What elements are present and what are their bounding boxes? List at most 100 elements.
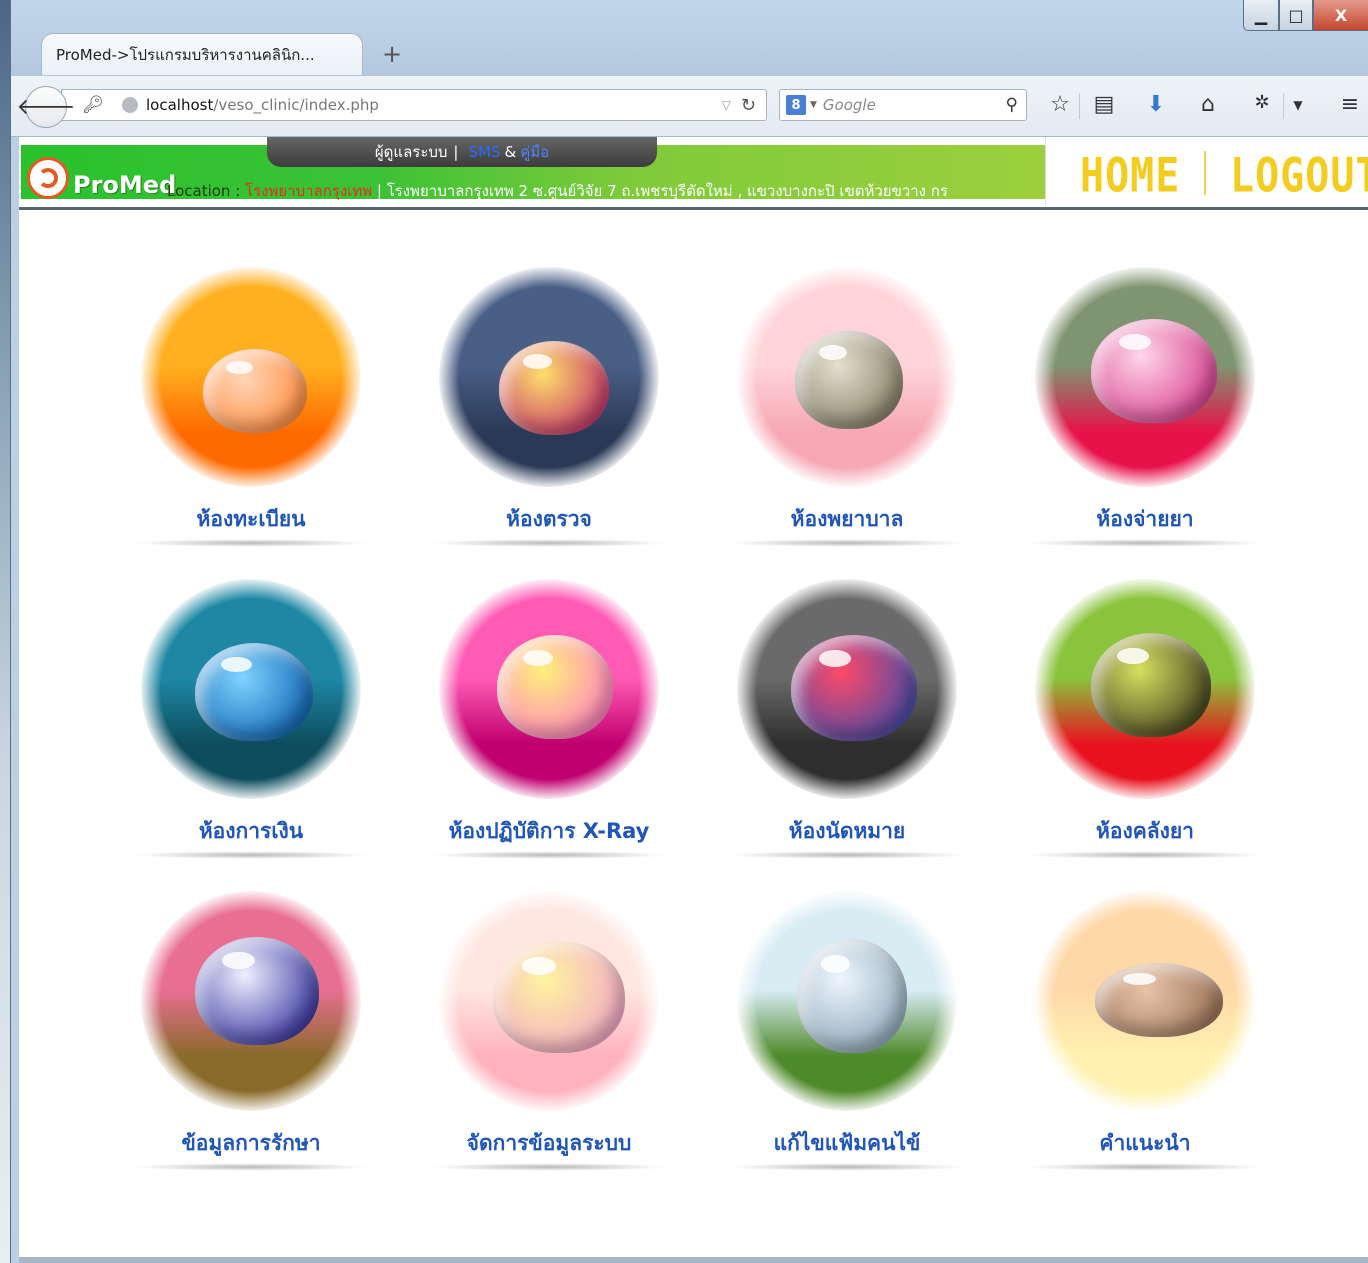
user-panel: ผู้ดูแลระบบ | SMS & คู่มือ — [267, 137, 657, 167]
admin-label: ผู้ดูแลระบบ — [374, 143, 448, 161]
cream-droplet-icon[interactable] — [1035, 891, 1255, 1111]
orange-droplet-icon[interactable] — [141, 267, 361, 487]
maximize-button[interactable]: □ — [1279, 0, 1313, 31]
menu-tile[interactable]: ข้อมูลการรักษา — [121, 891, 381, 1181]
search-bar[interactable]: 8 ▼ Google ⚲ — [779, 89, 1027, 121]
menu-label[interactable]: ห้องพยาบาล — [717, 503, 977, 536]
address-bar[interactable]: 🔑︎ localhost/veso_clinic/index.php ▽ ↻ — [61, 89, 767, 121]
droplet-icon — [1095, 963, 1223, 1037]
location-label: Location : — [167, 182, 241, 200]
menu-label[interactable]: ห้องตรวจ — [419, 503, 679, 536]
magenta-droplet-icon[interactable] — [439, 579, 659, 799]
addon-bug-icon[interactable]: ✲ — [1247, 92, 1277, 113]
menu-underline-shadow — [727, 539, 967, 547]
blue-droplet-icon[interactable] — [141, 579, 361, 799]
menu-hamburger-icon[interactable]: ≡ — [1335, 92, 1365, 117]
droplet-icon — [499, 341, 609, 435]
back-arrow-icon: 🡐 — [16, 95, 76, 120]
menu-underline-shadow — [131, 851, 371, 859]
spider-droplet-icon[interactable] — [141, 891, 361, 1111]
new-tab-button[interactable]: + — [379, 40, 405, 68]
droplet-icon — [493, 941, 625, 1053]
search-icon[interactable]: ⚲ — [1006, 95, 1018, 115]
google-search-engine-icon[interactable]: 8 — [786, 95, 806, 115]
droplet-icon — [203, 349, 307, 433]
menu-tile[interactable]: จัดการข้อมูลระบบ — [419, 891, 679, 1181]
search-placeholder: Google — [822, 96, 876, 114]
amp: & — [504, 143, 517, 161]
title-bar: ProMed->โปรแกรมบริหารงานคลินิก... + ▁ □ … — [11, 0, 1368, 76]
page-viewport: ProMed Location : โรงพยาบาลกรุงเทพ | โรง… — [19, 137, 1368, 1257]
logout-link[interactable]: LOGOUT — [1230, 149, 1368, 203]
menu-label[interactable]: ห้องคลังยา — [1015, 815, 1275, 848]
menu-label[interactable]: จัดการข้อมูลระบบ — [419, 1127, 679, 1160]
droplet-icon — [195, 643, 313, 741]
reload-icon[interactable]: ↻ — [741, 95, 756, 116]
droplet-icon — [795, 331, 903, 429]
dark-droplet-icon[interactable] — [737, 579, 957, 799]
search-engine-dropdown-icon[interactable]: ▼ — [810, 100, 817, 110]
menu-label[interactable]: ห้องจ่ายยา — [1015, 503, 1275, 536]
toolbar-separator — [1079, 93, 1080, 119]
logo-text: ProMed — [73, 171, 177, 199]
url-text[interactable]: localhost/veso_clinic/index.php — [146, 96, 722, 114]
bookmarks-menu-icon[interactable]: ▤ — [1089, 92, 1119, 117]
browser-window: ProMed->โปรแกรมบริหารงานคลินิก... + ▁ □ … — [10, 0, 1368, 1263]
menu-tile[interactable]: ห้องตรวจ — [419, 267, 679, 557]
separator: | — [453, 143, 459, 161]
menu-underline-shadow — [727, 851, 967, 859]
droplet-icon — [195, 937, 319, 1045]
pink-droplet-icon[interactable] — [737, 267, 957, 487]
sms-link[interactable]: SMS — [468, 143, 500, 161]
manual-link[interactable]: คู่มือ — [520, 140, 549, 164]
droplet-icon — [497, 635, 613, 739]
addon-dropdown-icon[interactable]: ▼ — [1283, 98, 1313, 112]
menu-tile[interactable]: ห้องปฏิบัติการ X-Ray — [419, 579, 679, 869]
navy-pink-droplet-icon[interactable] — [439, 267, 659, 487]
header-divider — [19, 207, 1368, 210]
browser-tab[interactable]: ProMed->โปรแกรมบริหารงานคลินิก... — [41, 33, 363, 75]
menu-tile[interactable]: ห้องทะเบียน — [121, 267, 381, 557]
globe-icon — [122, 97, 138, 113]
droplet-icon — [1091, 319, 1217, 423]
peach-droplet-icon[interactable] — [439, 891, 659, 1111]
menu-grid: ห้องทะเบียน ห้องตรวจ ห้องพยาบาล ห้องจ่ายยาห… — [121, 267, 1301, 1207]
menu-label[interactable]: ห้องทะเบียน — [121, 503, 381, 536]
droplet-icon — [797, 939, 907, 1053]
menu-label[interactable]: คำแนะนำ — [1015, 1127, 1275, 1160]
menu-tile[interactable]: คำแนะนำ — [1015, 891, 1275, 1181]
window-bottom-edge — [19, 1257, 1368, 1263]
history-dropdown-icon[interactable]: ▽ — [722, 98, 731, 112]
minimize-button[interactable]: ▁ — [1243, 0, 1279, 31]
back-button[interactable]: 🡐 — [17, 86, 76, 128]
menu-label[interactable]: ข้อมูลการรักษา — [121, 1127, 381, 1160]
menu-tile[interactable]: ห้องการเงิน — [121, 579, 381, 869]
url-host: localhost — [146, 96, 214, 114]
top-right-nav: HOME LOGOUT — [1045, 137, 1368, 205]
dandelion-droplet-icon[interactable] — [737, 891, 957, 1111]
menu-underline-shadow — [429, 851, 669, 859]
green-red-droplet-icon[interactable] — [1035, 579, 1255, 799]
menu-label[interactable]: ห้องนัดหมาย — [717, 815, 977, 848]
home-icon[interactable]: ⌂ — [1193, 92, 1223, 117]
menu-tile[interactable]: ห้องคลังยา — [1015, 579, 1275, 869]
window-controls: ▁ □ X — [1243, 0, 1368, 36]
menu-tile[interactable]: ห้องจ่ายยา — [1015, 267, 1275, 557]
identity-key-icon[interactable]: 🔑︎ — [78, 95, 108, 115]
menu-tile[interactable]: ห้องพยาบาล — [717, 267, 977, 557]
bookmark-star-icon[interactable]: ☆ — [1045, 92, 1075, 117]
menu-label[interactable]: ห้องการเงิน — [121, 815, 381, 848]
menu-underline-shadow — [429, 1163, 669, 1171]
menu-underline-shadow — [131, 539, 371, 547]
menu-tile[interactable]: แก้ไขแฟ้มคนไข้ — [717, 891, 977, 1181]
menu-tile[interactable]: ห้องนัดหมาย — [717, 579, 977, 869]
downloads-icon[interactable]: ⬇ — [1141, 92, 1171, 117]
red-petal-droplet-icon[interactable] — [1035, 267, 1255, 487]
close-button[interactable]: X — [1313, 0, 1368, 31]
menu-label[interactable]: ห้องปฏิบัติการ X-Ray — [419, 815, 679, 848]
menu-label[interactable]: แก้ไขแฟ้มคนไข้ — [717, 1127, 977, 1160]
menu-underline-shadow — [1025, 539, 1265, 547]
home-link[interactable]: HOME — [1080, 149, 1180, 203]
droplet-icon — [1091, 633, 1211, 737]
hospital-address: | โรงพยาบาลกรุงเทพ 2 ซ.ศูนย์วิจัย 7 ถ.เพ… — [376, 182, 948, 200]
